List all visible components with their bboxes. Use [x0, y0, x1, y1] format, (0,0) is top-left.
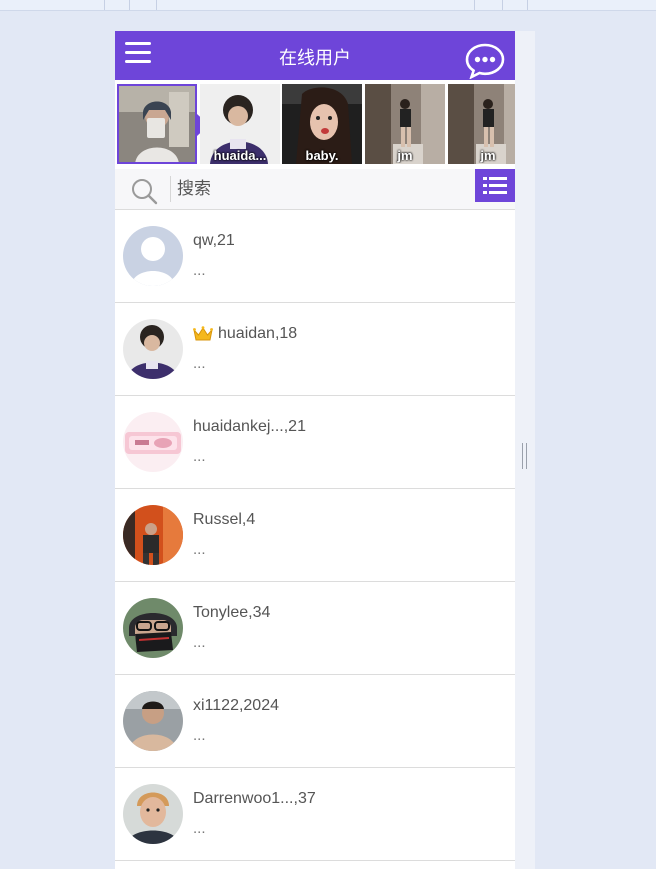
user-name: huaidankej...,21 — [193, 418, 306, 435]
user-list-item[interactable]: Darrenwoo1...,37 ... — [115, 768, 515, 861]
online-story-carousel: huaida... baby. jm jm — [115, 82, 515, 166]
app-header: 在线用户 — [115, 31, 515, 80]
user-status: ... — [193, 262, 206, 279]
strip-divider — [527, 0, 528, 10]
story-thumbnail[interactable]: jm — [365, 84, 445, 164]
search-icon[interactable] — [130, 177, 158, 205]
chat-bubble-icon[interactable] — [465, 43, 505, 79]
story-thumbnail[interactable] — [117, 84, 197, 164]
story-thumbnail[interactable]: jm — [448, 84, 515, 164]
avatar — [123, 412, 183, 472]
avatar — [123, 691, 183, 751]
avatar — [123, 319, 183, 379]
vip-crown-icon — [193, 326, 213, 341]
user-name: Darrenwoo1...,37 — [193, 790, 316, 807]
search-input[interactable] — [175, 173, 469, 205]
search-bar — [115, 169, 515, 210]
avatar — [123, 226, 183, 286]
strip-divider — [474, 0, 475, 10]
user-name: Tonylee,34 — [193, 604, 271, 621]
avatar — [123, 784, 183, 844]
list-view-icon[interactable] — [475, 169, 515, 202]
user-status: ... — [193, 541, 206, 558]
user-list-item[interactable]: xi1122,2024 ... — [115, 675, 515, 768]
user-name: huaidan,18 — [193, 325, 297, 343]
story-photo — [117, 84, 197, 164]
mobile-view: 在线用户 huaida... baby. jm jm 搜索 qw,21 ... … — [115, 31, 515, 869]
story-thumbnail[interactable]: baby. — [282, 84, 362, 164]
avatar — [123, 598, 183, 658]
story-label: jm — [480, 148, 496, 163]
strip-divider — [156, 0, 157, 10]
browser-top-strip — [0, 0, 656, 11]
user-status: ... — [193, 448, 206, 465]
search-divider — [170, 176, 171, 202]
story-label: jm — [397, 148, 413, 163]
user-status: ... — [193, 727, 206, 744]
user-list-item[interactable]: huaidan,18 ... — [115, 303, 515, 396]
user-name: qw,21 — [193, 232, 235, 249]
user-name: Russel,4 — [193, 511, 256, 528]
user-name: xi1122,2024 — [193, 697, 279, 714]
user-list-item[interactable]: Tonylee,34 ... — [115, 582, 515, 675]
avatar — [123, 505, 183, 565]
resize-grip[interactable] — [522, 443, 528, 469]
user-list-item[interactable]: Russel,4 ... — [115, 489, 515, 582]
user-list-item[interactable]: qw,21 ... — [115, 210, 515, 303]
story-label: huaida... — [213, 148, 267, 163]
story-thumbnail[interactable]: huaida... — [200, 84, 280, 164]
user-status: ... — [193, 820, 206, 837]
strip-divider — [129, 0, 130, 10]
user-status: ... — [193, 355, 206, 372]
page-title: 在线用户 — [279, 48, 351, 69]
strip-divider — [104, 0, 105, 10]
strip-divider — [502, 0, 503, 10]
story-label: baby. — [305, 148, 339, 163]
user-list-item[interactable]: huaidankej...,21 ... — [115, 396, 515, 489]
user-status: ... — [193, 634, 206, 651]
